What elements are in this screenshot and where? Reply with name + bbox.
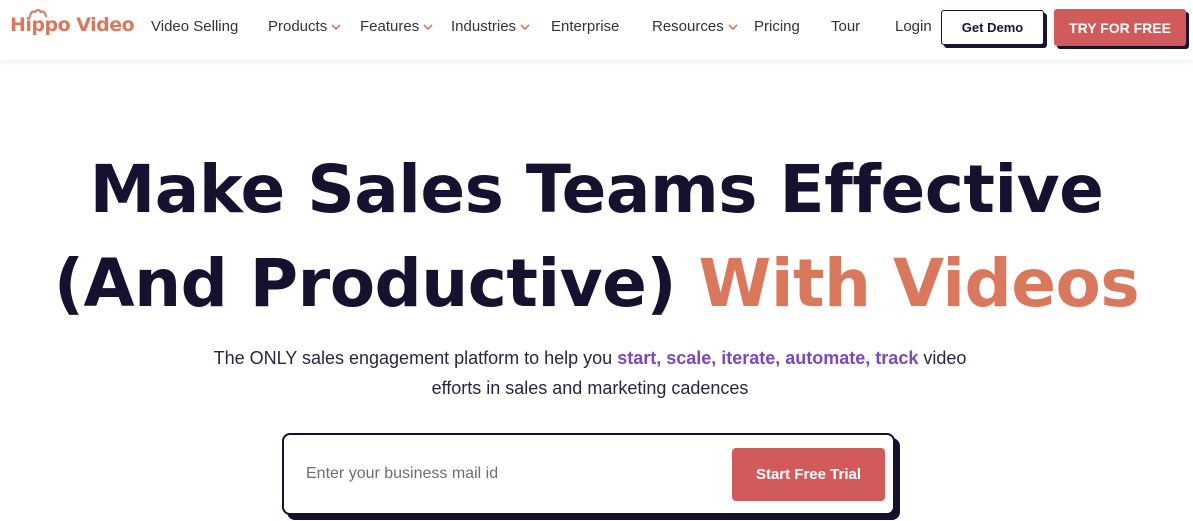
try-for-free-button[interactable]: TRY FOR FREE (1054, 9, 1186, 46)
nav-item-label: Enterprise (551, 18, 620, 35)
nav-item-label: Industries (451, 18, 517, 35)
chevron-down-icon (423, 23, 433, 30)
subtitle-prefix: The ONLY sales engagement platform to he… (213, 348, 613, 368)
nav-item-products[interactable]: Products (268, 18, 342, 35)
chevron-down-icon (728, 23, 738, 30)
nav-item-label: Tour (831, 18, 861, 35)
hippo-video-logo[interactable]: Hippo Video (10, 9, 135, 36)
nav-item-label: Video Selling (151, 18, 239, 35)
headline-accent: With Videos (698, 245, 1140, 322)
nav-item-resources[interactable]: Resources (652, 18, 739, 35)
nav-item-label: Features (360, 18, 420, 35)
headline-line-1: Make Sales Teams Effective (89, 151, 1104, 228)
chevron-down-icon (520, 23, 530, 30)
hero-headline: Make Sales Teams Effective (And Producti… (0, 143, 1193, 331)
start-free-trial-button[interactable]: Start Free Trial (732, 448, 885, 501)
nav-item-label: Resources (652, 18, 724, 35)
top-navigation-bar: Hippo Video Video Selling Products Featu… (0, 0, 1193, 60)
nav-item-label: Login (895, 18, 932, 35)
nav-item-label: Products (268, 18, 328, 35)
nav-item-video-selling[interactable]: Video Selling (151, 18, 238, 35)
nav-item-enterprise[interactable]: Enterprise (551, 18, 619, 35)
hero-subtitle: The ONLY sales engagement platform to he… (190, 343, 990, 403)
subtitle-highlight: start, scale, iterate, automate, track (617, 348, 919, 368)
nav-item-industries[interactable]: Industries (451, 18, 531, 35)
hippo-ears-icon (29, 9, 47, 18)
nav-item-login[interactable]: Login (895, 18, 932, 35)
chevron-down-icon (331, 23, 341, 30)
get-demo-button[interactable]: Get Demo (941, 10, 1044, 45)
nav-item-features[interactable]: Features (360, 18, 434, 35)
nav-item-tour[interactable]: Tour (831, 18, 860, 35)
headline-line-2: (And Productive) (53, 245, 677, 322)
nav-item-label: Pricing (754, 18, 800, 35)
nav-item-pricing[interactable]: Pricing (754, 18, 800, 35)
business-email-input[interactable] (306, 459, 706, 489)
signup-form: Start Free Trial (282, 433, 895, 515)
